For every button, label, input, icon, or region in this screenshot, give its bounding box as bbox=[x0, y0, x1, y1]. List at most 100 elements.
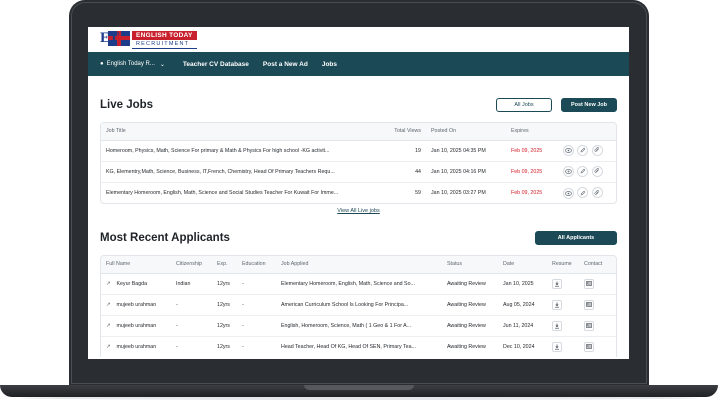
applicant-job: English, Homeroom, Science, Math ( 1 Geo… bbox=[281, 315, 447, 337]
applicant-name[interactable]: mujeeb urahman bbox=[116, 302, 156, 308]
view-icon[interactable] bbox=[563, 145, 574, 157]
download-icon[interactable] bbox=[552, 320, 562, 331]
col-job-applied: Job Applied bbox=[281, 256, 447, 274]
logo-bar: ET ENGLISH TODAY RECRUITMENT bbox=[88, 27, 629, 52]
applicant-name[interactable]: Keyur Bagda bbox=[116, 281, 147, 287]
attach-icon[interactable] bbox=[591, 165, 603, 177]
applicant-citizenship: Indian bbox=[176, 273, 217, 295]
laptop-notch bbox=[304, 385, 414, 390]
col-job-title: Job Title bbox=[101, 123, 363, 141]
attach-icon[interactable] bbox=[591, 187, 603, 198]
view-all-live-jobs-link[interactable]: View All Live jobs bbox=[100, 208, 617, 214]
live-jobs-table-card: Job Title Total Views Posted On Expires … bbox=[100, 122, 617, 204]
post-new-job-button[interactable]: Post New Job bbox=[561, 98, 617, 112]
col-date: Date bbox=[503, 256, 552, 274]
chevron-down-icon: ⌄ bbox=[159, 61, 165, 68]
logo-letters: ET bbox=[100, 30, 119, 46]
table-row: Homeroom, Physics, Math, Science For pri… bbox=[101, 140, 616, 162]
applicant-education: - bbox=[242, 343, 244, 350]
contact-card-icon[interactable] bbox=[584, 320, 594, 331]
applicant-date: Jun 11, 2024 bbox=[503, 315, 552, 337]
applicants-header: Most Recent Applicants All Applicants bbox=[100, 230, 617, 246]
col-exp: Exp. bbox=[217, 256, 242, 274]
screen: ET ENGLISH TODAY RECRUITMENT ● English T… bbox=[88, 27, 629, 359]
job-expires: Feb 09, 2025 bbox=[511, 189, 543, 196]
col-posted-on: Posted On bbox=[431, 123, 511, 141]
job-title-link[interactable]: Elementary Homeroom, English, Math, Scie… bbox=[101, 182, 363, 203]
applicant-citizenship: - bbox=[176, 315, 217, 337]
applicant-name[interactable]: mujeeb urahman bbox=[116, 344, 156, 350]
applicant-job: Head Teacher, Head Of KG, Head Of SEN, P… bbox=[281, 343, 416, 350]
resume-cell bbox=[552, 273, 584, 295]
applicants-title: Most Recent Applicants bbox=[100, 232, 230, 244]
col-actions bbox=[563, 123, 616, 141]
applicant-name-cell: ↗ mujeeb urahman bbox=[101, 294, 176, 316]
edit-icon[interactable] bbox=[577, 144, 589, 156]
nav-teacher-cv-database[interactable]: Teacher CV Database bbox=[183, 61, 249, 68]
applicant-date: Jan 10, 2025 bbox=[503, 273, 552, 295]
download-icon[interactable] bbox=[552, 278, 562, 289]
company-icon: ● bbox=[100, 61, 104, 67]
logo-line-1: ENGLISH TODAY bbox=[132, 30, 197, 40]
company-dropdown[interactable]: ● English Today R... ⌄ bbox=[100, 61, 165, 68]
applicant-exp: 12yrs bbox=[217, 315, 242, 337]
col-full-name: Full Name bbox=[101, 256, 176, 274]
applicant-exp: 12yrs bbox=[217, 273, 242, 295]
live-jobs-actions: All Jobs Post New Job bbox=[496, 98, 617, 112]
applicant-exp: 12yrs bbox=[217, 294, 242, 316]
download-icon[interactable] bbox=[552, 341, 562, 352]
attach-icon[interactable] bbox=[591, 144, 603, 156]
live-jobs-table: Job Title Total Views Posted On Expires … bbox=[101, 123, 616, 203]
contact-card-icon[interactable] bbox=[584, 278, 594, 289]
download-icon[interactable] bbox=[552, 299, 562, 310]
logo-line-2: RECRUITMENT bbox=[132, 40, 197, 49]
applicants-header-row: Full Name Citizenship Exp. Education Job… bbox=[101, 256, 616, 274]
applicants-table-card: Full Name Citizenship Exp. Education Job… bbox=[100, 255, 617, 357]
external-link-icon[interactable]: ↗ bbox=[106, 281, 110, 287]
job-views: 19 bbox=[363, 140, 431, 162]
applicant-date: Dec 10, 2024 bbox=[503, 343, 535, 350]
job-title-link[interactable]: Homeroom, Physics, Math, Science For pri… bbox=[101, 140, 363, 162]
external-link-icon[interactable]: ↗ bbox=[106, 302, 110, 308]
job-views: 59 bbox=[415, 189, 421, 196]
live-jobs-header: Live Jobs All Jobs Post New Job bbox=[100, 97, 617, 113]
edit-icon[interactable] bbox=[577, 165, 589, 177]
resume-cell bbox=[552, 315, 584, 337]
job-posted: Jan 10, 2025 04:35 PM bbox=[431, 140, 511, 162]
job-actions bbox=[563, 140, 616, 162]
job-views: 44 bbox=[363, 161, 431, 183]
nav-jobs[interactable]: Jobs bbox=[322, 61, 337, 68]
job-posted: Jan 10, 2025 03:27 PM bbox=[431, 189, 486, 196]
site-logo[interactable]: ET ENGLISH TODAY RECRUITMENT bbox=[100, 30, 197, 49]
all-jobs-button[interactable]: All Jobs bbox=[496, 98, 552, 112]
logo-text: ENGLISH TODAY RECRUITMENT bbox=[132, 30, 197, 49]
external-link-icon[interactable]: ↗ bbox=[106, 323, 110, 329]
main-navbar: ● English Today R... ⌄ Teacher CV Databa… bbox=[88, 52, 629, 76]
contact-card-icon[interactable] bbox=[584, 299, 594, 310]
applicant-name-cell: ↗ mujeeb urahman bbox=[101, 315, 176, 337]
applicant-education: - bbox=[242, 315, 281, 337]
resume-cell bbox=[552, 294, 584, 316]
all-applicants-button[interactable]: All Applicants bbox=[535, 231, 617, 245]
applicant-status: Awaiting Review bbox=[447, 315, 503, 337]
applicant-name[interactable]: mujeeb urahman bbox=[116, 323, 156, 329]
table-row: ↗ mujeeb urahman - 12yrs - Head Teacher, … bbox=[101, 336, 616, 357]
external-link-icon[interactable]: ↗ bbox=[106, 344, 110, 350]
contact-card-icon[interactable] bbox=[584, 341, 594, 352]
applicant-job: Elementary Homeroom, English, Math, Scie… bbox=[281, 273, 447, 295]
applicant-name-cell: ↗ mujeeb urahman bbox=[101, 336, 176, 357]
contact-cell bbox=[584, 315, 616, 337]
view-icon[interactable] bbox=[563, 166, 574, 178]
edit-icon[interactable] bbox=[577, 187, 589, 198]
contact-cell bbox=[584, 294, 616, 316]
nav-post-new-ad[interactable]: Post a New Ad bbox=[263, 61, 308, 68]
job-title-link[interactable]: KG, Elementry,Math, Science, Business, I… bbox=[101, 161, 363, 183]
stage: ET ENGLISH TODAY RECRUITMENT ● English T… bbox=[0, 0, 718, 400]
applicant-name-cell: ↗ Keyur Bagda bbox=[101, 273, 176, 295]
col-expires: Expires bbox=[511, 123, 563, 141]
view-icon[interactable] bbox=[563, 187, 574, 199]
applicant-job: American Curriculum School Is Looking Fo… bbox=[281, 294, 447, 316]
col-citizenship: Citizenship bbox=[176, 256, 217, 274]
job-actions bbox=[563, 161, 616, 183]
table-row: ↗ mujeeb urahman - 12yrs - English, Homer… bbox=[101, 315, 616, 337]
